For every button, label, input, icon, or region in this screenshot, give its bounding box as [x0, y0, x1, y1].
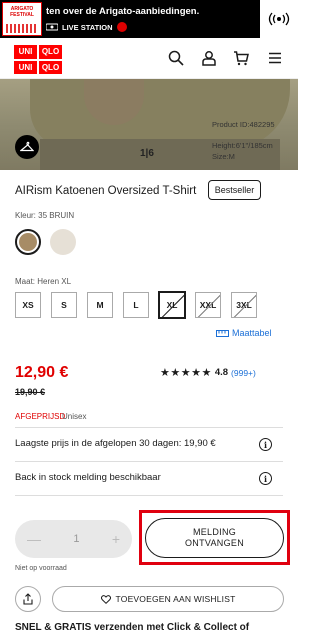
size-table-link[interactable]: Maattabel [216, 328, 272, 338]
rating-score: 4.8 [214, 367, 229, 378]
size-m[interactable]: M [87, 292, 113, 318]
product-id: Product ID:482295 [212, 120, 275, 129]
model-size: Size:M [212, 152, 235, 161]
gender-tag: Unisex [62, 412, 87, 421]
rating[interactable]: ★★★★★ 4.8 (999+) [160, 366, 256, 379]
qty-minus-button[interactable]: — [27, 531, 41, 547]
product-title: AIRism Katoenen Oversized T-Shirt [15, 185, 197, 197]
search-icon[interactable] [168, 50, 184, 66]
notify-me-button[interactable]: MELDING ONTVANGEN [145, 518, 284, 558]
size-l[interactable]: L [123, 292, 149, 318]
lowest-price-info: Laagste prijs in de afgelopen 30 dagen: … [15, 438, 216, 449]
cart-icon[interactable] [233, 50, 249, 66]
qty-value: 1 [73, 533, 80, 545]
wishlist-label: TOEVOEGEN AAN WISHLIST [115, 594, 236, 604]
color-swatch-beige[interactable] [50, 229, 76, 255]
info-icon[interactable]: i [259, 472, 272, 485]
size-s[interactable]: S [51, 292, 77, 318]
size-xs[interactable]: XS [15, 292, 41, 318]
qty-plus-button[interactable]: + [112, 531, 120, 547]
color-swatch-bruin[interactable] [15, 229, 41, 255]
info-icon[interactable]: i [259, 438, 272, 451]
banner-text: ten over de Arigato-aanbiedingen. [46, 6, 200, 17]
live-station-label: LIVE STATION [62, 22, 113, 32]
divider [15, 461, 283, 462]
cta-line-1: MELDING [192, 527, 237, 537]
play-icon [116, 22, 127, 32]
live-station[interactable]: LIVE STATION [46, 22, 127, 32]
divider [15, 427, 283, 428]
promo-banner[interactable]: ARIGATO FESTIVAL ten over de Arigato-aan… [0, 0, 298, 38]
size-3xl[interactable]: 3XL [231, 292, 257, 318]
arigato-festival-logo: ARIGATO FESTIVAL [2, 2, 42, 36]
price: 12,90 € [15, 364, 69, 381]
old-price: 19,90 € [15, 387, 46, 397]
broadcast-icon[interactable] [260, 0, 298, 38]
account-icon[interactable] [201, 50, 217, 66]
menu-icon[interactable] [267, 50, 283, 66]
review-count[interactable]: (999+) [231, 368, 256, 378]
shipping-info: SNEL & GRATIS verzenden met Click & Coll… [15, 622, 250, 633]
size-xl[interactable]: XL [158, 291, 186, 319]
bestseller-badge: Bestseller [208, 180, 261, 200]
rating-stars: ★★★★★ [160, 367, 212, 379]
cta-line-2: ONTVANGEN [184, 538, 245, 548]
divider [15, 495, 283, 496]
sale-tag: AFGEPRIJSD [15, 412, 66, 421]
banner-logo-text: ARIGATO FESTIVAL [10, 6, 34, 18]
color-label: Kleur: 35 BRUIN [15, 211, 75, 220]
quantity-stepper[interactable]: — 1 + [15, 520, 132, 558]
hanger-icon[interactable] [15, 135, 39, 159]
model-height: Height:6'1"/185cm [212, 141, 273, 150]
size-label: Maat: Heren XL [15, 277, 72, 286]
image-counter: 1|6 [140, 148, 154, 159]
heart-icon [100, 594, 111, 604]
uniqlo-logo[interactable]: UNI QLO UNI QLO [14, 45, 62, 74]
size-table-label: Maattabel [232, 328, 272, 338]
stock-note: Niet op voorraad [15, 565, 67, 572]
site-header: UNI QLO UNI QLO [0, 38, 298, 79]
ruler-icon [216, 329, 229, 337]
share-icon [23, 593, 33, 605]
live-icon [46, 23, 58, 31]
share-button[interactable] [15, 586, 41, 612]
wishlist-button[interactable]: TOEVOEGEN AAN WISHLIST [52, 586, 284, 612]
size-xxl[interactable]: XXL [195, 292, 221, 318]
back-in-stock-info: Back in stock melding beschikbaar [15, 472, 161, 483]
